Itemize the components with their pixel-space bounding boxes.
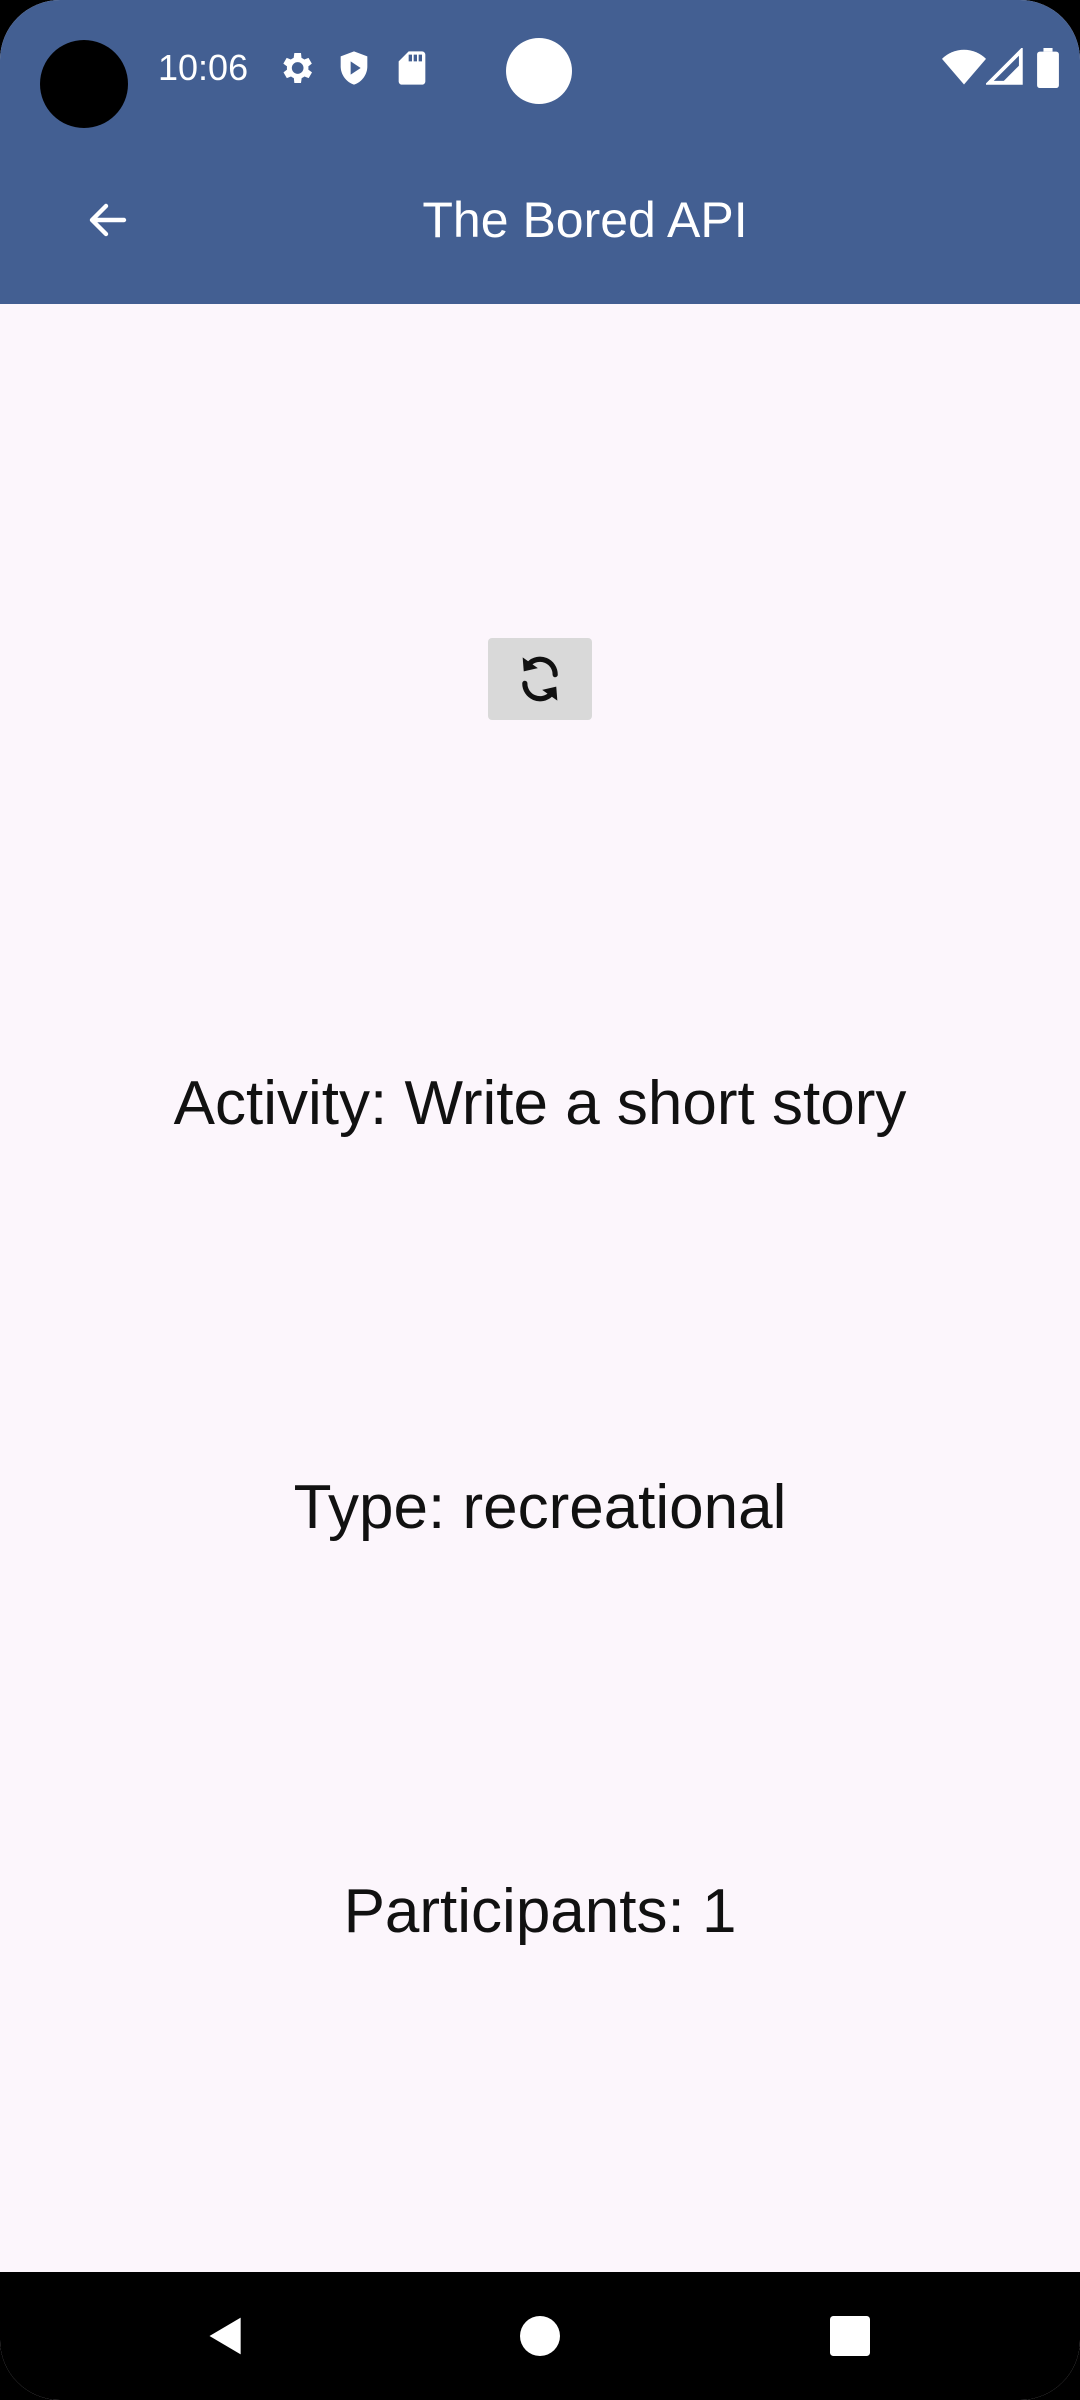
recents-square-icon xyxy=(830,2316,870,2356)
refresh-button[interactable] xyxy=(488,638,592,720)
status-bar: 10:06 xyxy=(0,0,1080,140)
nav-home-button[interactable] xyxy=(480,2296,600,2376)
wifi-icon xyxy=(942,49,986,85)
participants-text: Participants: 1 xyxy=(343,1877,737,1946)
arrow-back-icon xyxy=(89,203,127,237)
battery-icon xyxy=(1037,48,1059,88)
app-bar: The Bored API xyxy=(0,160,1080,280)
status-time: 10:06 xyxy=(158,47,249,88)
back-triangle-icon xyxy=(209,2317,241,2355)
camera-cutout xyxy=(40,40,128,128)
top-bar: 10:06 The Bored API xyxy=(0,0,1080,304)
type-text: Type: recreational xyxy=(293,1473,787,1542)
refresh-icon xyxy=(522,656,558,702)
app-title: The Bored API xyxy=(422,192,748,248)
signal-icon xyxy=(986,48,1023,85)
back-button[interactable] xyxy=(60,180,156,260)
sd-card-icon xyxy=(398,51,426,85)
shield-play-icon xyxy=(340,51,368,85)
nav-recents-button[interactable] xyxy=(790,2296,910,2376)
home-circle-icon xyxy=(520,2316,560,2356)
center-indicator xyxy=(506,38,572,104)
navigation-bar xyxy=(0,2272,1080,2400)
gear-icon xyxy=(283,53,312,83)
activity-text: Activity: Write a short story xyxy=(173,1069,907,1138)
screen: 10:06 The Bored API Activity: Write a sh… xyxy=(0,0,1080,2400)
nav-back-button[interactable] xyxy=(166,2296,286,2376)
